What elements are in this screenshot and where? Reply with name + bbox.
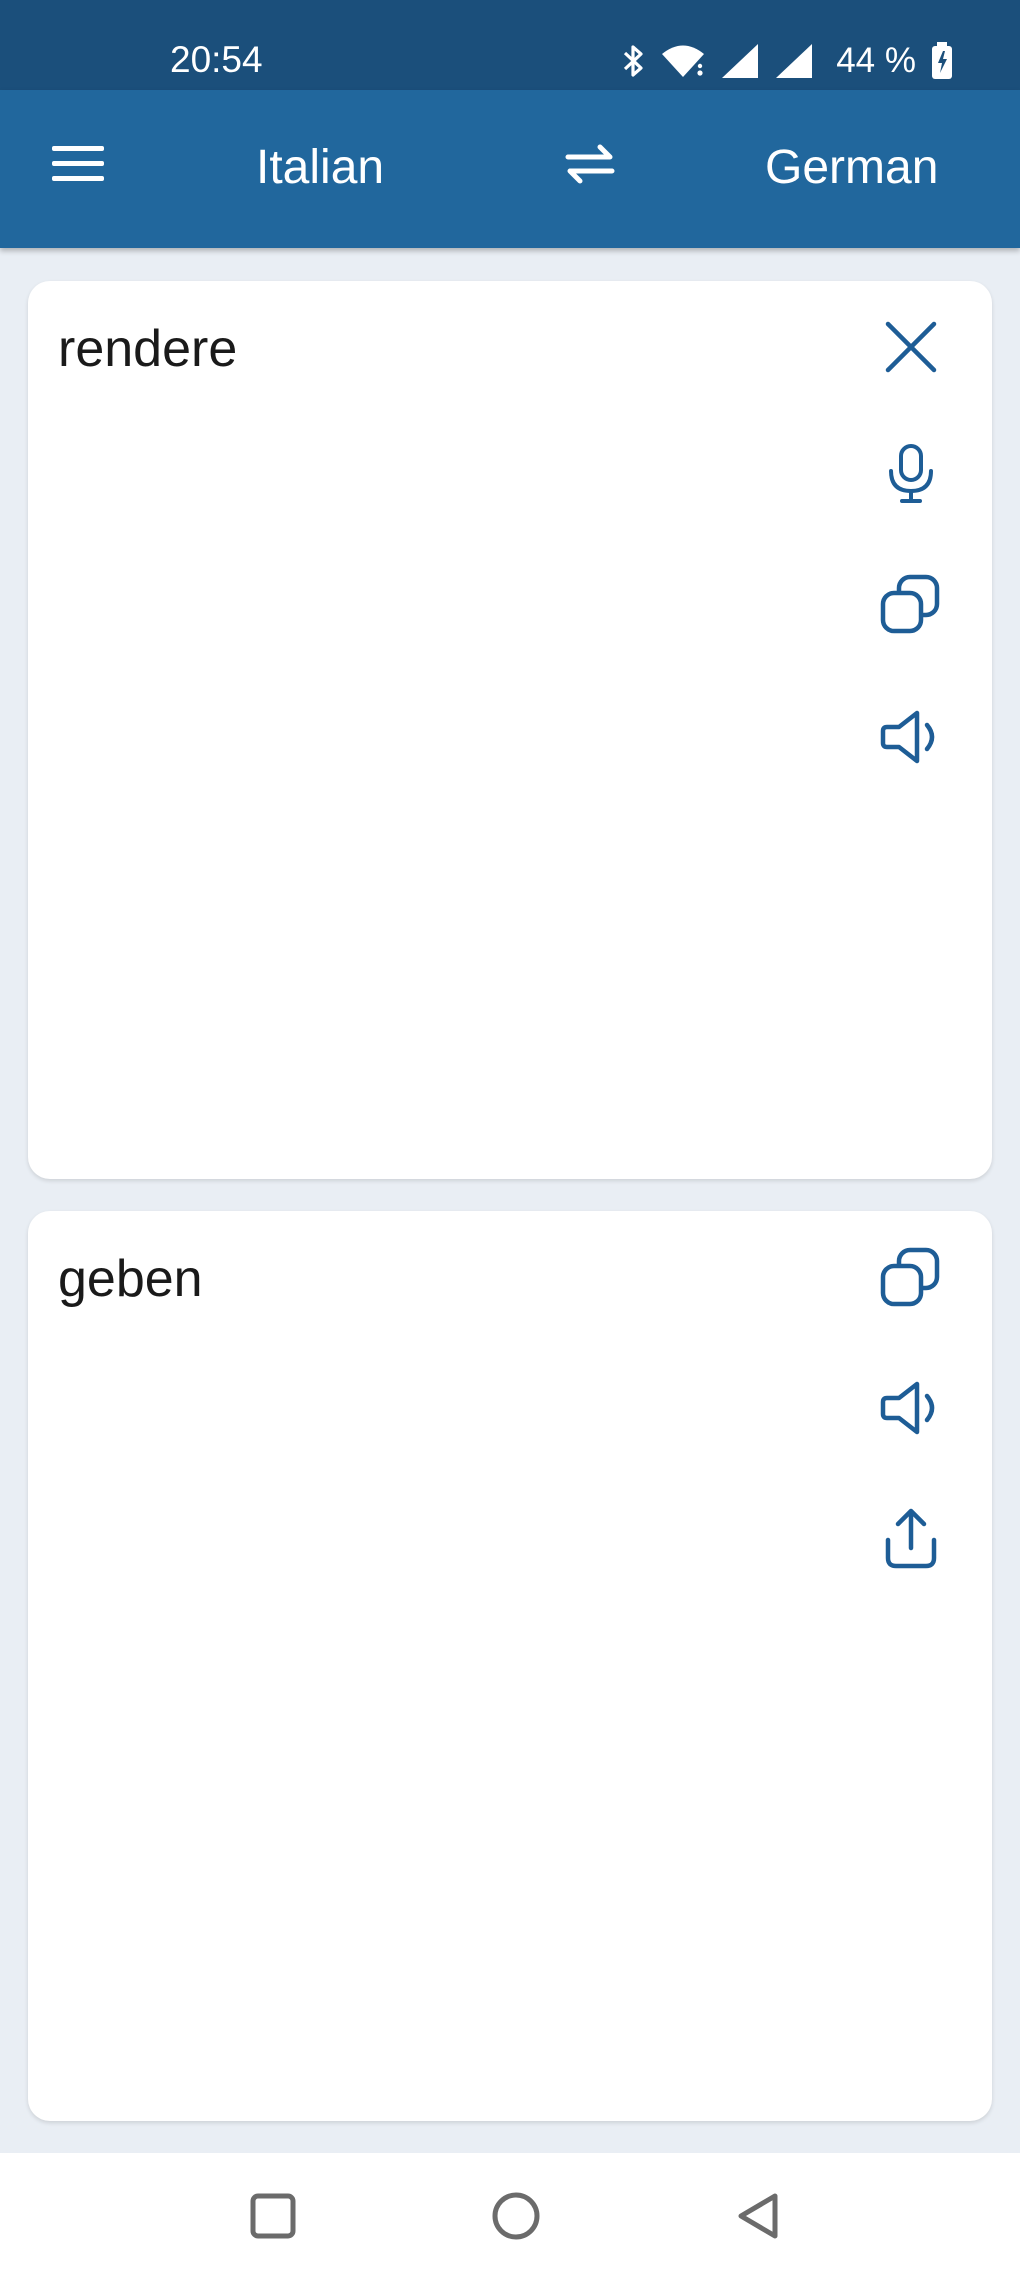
clear-button[interactable]: [874, 310, 948, 384]
recents-button[interactable]: [238, 2183, 308, 2253]
app-bar: Italian German: [0, 90, 1020, 248]
target-language-button[interactable]: German: [720, 138, 990, 198]
share-translation-button[interactable]: [874, 1501, 948, 1575]
source-language-button[interactable]: Italian: [200, 138, 450, 198]
translation-card: geben: [28, 1211, 992, 2121]
system-navigation-bar: [0, 2153, 1020, 2279]
share-icon: [883, 1506, 939, 1570]
swap-icon: [562, 141, 618, 192]
recents-square-icon: [248, 2191, 298, 2246]
signal-icon: [720, 42, 760, 80]
battery-charging-icon: [930, 41, 954, 81]
battery-percent: 44 %: [836, 41, 916, 80]
translation-text: geben: [58, 1250, 203, 1308]
bluetooth-icon: [622, 43, 646, 79]
copy-icon: [879, 573, 943, 637]
speak-translation-button[interactable]: [874, 1371, 948, 1445]
menu-icon: [50, 142, 106, 191]
microphone-button[interactable]: [874, 437, 948, 511]
speaker-icon: [879, 1380, 943, 1436]
home-button[interactable]: [481, 2183, 551, 2253]
swap-languages-button[interactable]: [556, 136, 624, 196]
speak-source-button[interactable]: [874, 700, 948, 774]
menu-button[interactable]: [44, 136, 112, 196]
status-bar: 20:54 44 %: [0, 0, 1020, 90]
close-icon: [883, 319, 939, 375]
speaker-icon: [879, 709, 943, 765]
status-icons: 44 %: [622, 38, 954, 84]
source-text-card: rendere: [28, 281, 992, 1179]
home-circle-icon: [490, 2190, 542, 2247]
copy-source-button[interactable]: [874, 568, 948, 642]
back-triangle-icon: [733, 2190, 785, 2247]
wifi-icon: [660, 43, 706, 79]
signal-icon: [774, 42, 814, 80]
copy-icon: [879, 1246, 943, 1310]
back-button[interactable]: [724, 2183, 794, 2253]
source-text-input[interactable]: rendere: [58, 319, 237, 379]
copy-translation-button[interactable]: [874, 1241, 948, 1315]
microphone-icon: [885, 443, 937, 505]
status-time: 20:54: [170, 39, 263, 80]
